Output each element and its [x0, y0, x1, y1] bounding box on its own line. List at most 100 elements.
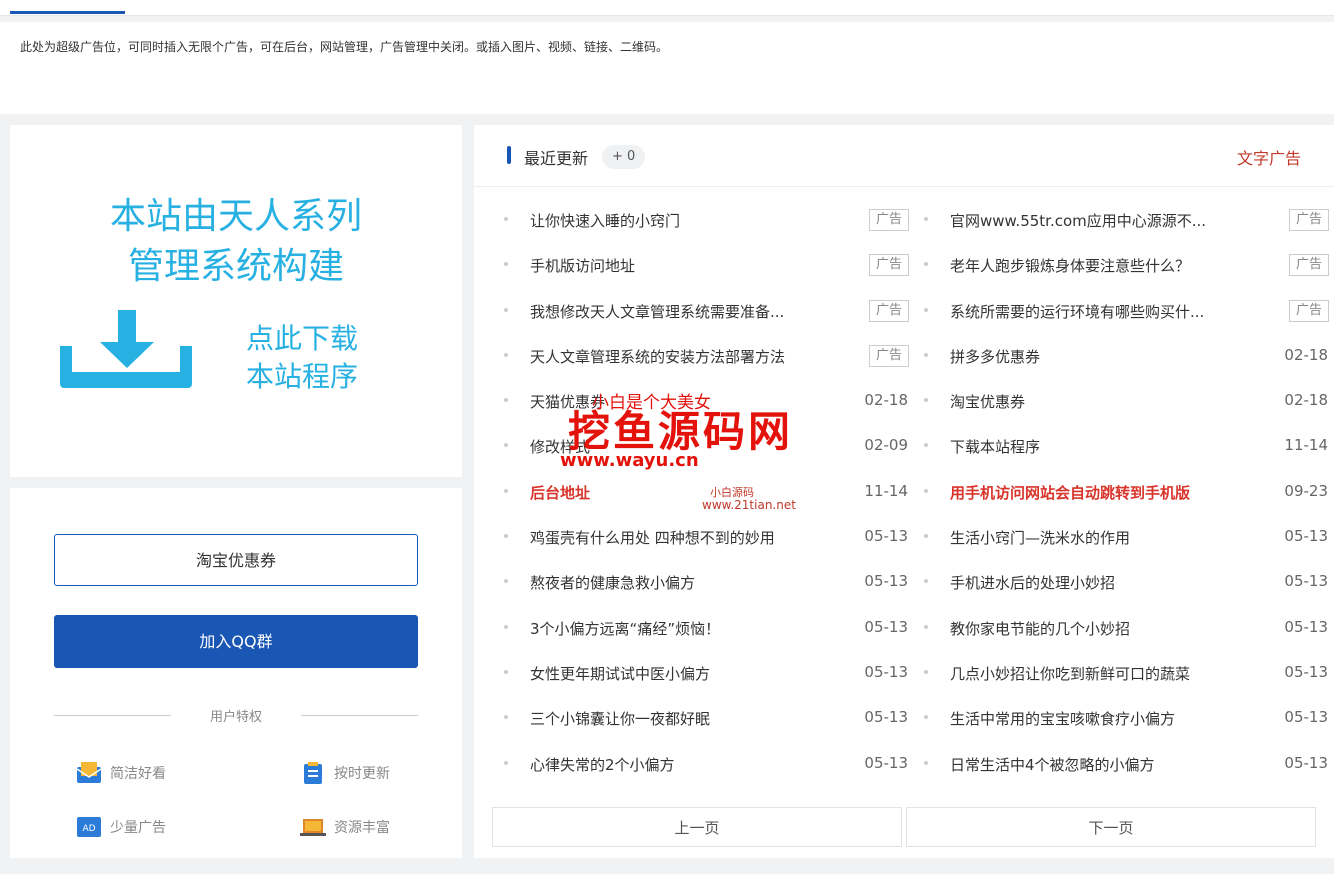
news-title-link[interactable]: 心律失常的2个小偏方: [530, 754, 675, 775]
news-item[interactable]: 几点小妙招让你吃到新鲜可口的蔬菜 05-13: [924, 656, 1334, 701]
feature-label: 少量广告: [110, 820, 166, 836]
bullet-dot: [924, 579, 928, 584]
feature-label: 简洁好看: [110, 766, 166, 782]
svg-text:AD: AD: [82, 824, 95, 834]
news-item[interactable]: 系统所需要的运行环境有哪些购买什... 广告: [924, 294, 1334, 339]
news-list-right: 官网www.55tr.com应用中心源源不... 广告 老年人跑步锻炼身体要注意些什…: [924, 203, 1334, 792]
news-item[interactable]: 官网www.55tr.com应用中心源源不... 广告: [924, 203, 1334, 248]
news-title-link[interactable]: 官网www.55tr.com应用中心源源不...: [950, 210, 1206, 231]
ad-tag: 广告: [1289, 299, 1329, 322]
news-item[interactable]: 我想修改天人文章管理系统需要准备... 广告: [504, 294, 924, 339]
news-item[interactable]: 心律失常的2个小偏方 05-13: [504, 747, 924, 792]
feature-item: AD 少量广告: [76, 815, 166, 839]
news-title-link[interactable]: 3个小偏方远离“痛经”烦恼！: [530, 618, 720, 639]
news-title-link[interactable]: 我想修改天人文章管理系统需要准备...: [530, 301, 784, 322]
bullet-dot: [924, 760, 928, 765]
news-date: 05-13: [864, 527, 908, 546]
news-title-link[interactable]: 生活小窍门—洗米水的作用: [950, 527, 1130, 548]
news-item[interactable]: 天人文章管理系统的安装方法部署方法 广告: [504, 339, 924, 384]
text-ad-link[interactable]: 文字广告: [1237, 145, 1301, 169]
join-qq-button[interactable]: 加入QQ群: [54, 615, 418, 668]
news-item[interactable]: 淘宝优惠券 02-18: [924, 384, 1334, 429]
news-title-link[interactable]: 手机版访问地址: [530, 255, 635, 276]
watermark-url: www.wayu.cn: [560, 450, 699, 471]
news-title-link[interactable]: 三个小锦囊让你一夜都好眠: [530, 708, 710, 729]
news-item[interactable]: 下载本站程序 11-14: [924, 429, 1334, 474]
news-title-link[interactable]: 用手机访问网站会自动跳转到手机版: [950, 482, 1190, 503]
header-accent-bar: [507, 146, 511, 164]
news-item[interactable]: 鸡蛋壳有什么用处 四种想不到的妙用 05-13: [504, 520, 924, 565]
watermark-small-3: www.21tian.net: [702, 498, 796, 512]
feature-label: 按时更新: [334, 766, 390, 782]
news-title-link[interactable]: 生活中常用的宝宝咳嗽食疗小偏方: [950, 708, 1175, 729]
bullet-dot: [504, 262, 508, 267]
news-item[interactable]: 生活小窍门—洗米水的作用 05-13: [924, 520, 1334, 565]
feature-item: 按时更新: [300, 761, 390, 785]
news-item[interactable]: 拼多多优惠券 02-18: [924, 339, 1334, 384]
update-count-badge: + 0: [602, 145, 646, 169]
clipboard-icon: [304, 762, 322, 784]
news-title-link[interactable]: 鸡蛋壳有什么用处 四种想不到的妙用: [530, 527, 775, 548]
news-title-link[interactable]: 拼多多优惠券: [950, 346, 1040, 367]
bullet-dot: [504, 534, 508, 539]
news-item[interactable]: 日常生活中4个被忽略的小偏方 05-13: [924, 747, 1334, 792]
prev-page-button[interactable]: 上一页: [492, 807, 902, 847]
news-item[interactable]: 教你家电节能的几个小妙招 05-13: [924, 611, 1334, 656]
super-ad-banner[interactable]: 此处为超级广告位，可同时插入无限个广告，可在后台，网站管理，广告管理中关闭。或插…: [0, 22, 1334, 114]
bullet-dot: [504, 398, 508, 403]
envelope-icon: [76, 762, 102, 783]
news-date: 05-13: [1284, 753, 1328, 772]
coupon-button[interactable]: 淘宝优惠券: [54, 534, 418, 586]
news-title-link[interactable]: 淘宝优惠券: [950, 391, 1025, 412]
site-banner[interactable]: 本站由天人系列 管理系统构建 点此下载 本站程序: [10, 125, 462, 477]
news-date: 09-23: [1284, 481, 1328, 500]
news-title-link[interactable]: 女性更年期试试中医小偏方: [530, 663, 710, 684]
news-date: 05-13: [1284, 527, 1328, 546]
news-item[interactable]: 3个小偏方远离“痛经”烦恼！ 05-13: [504, 611, 924, 656]
news-title-link[interactable]: 手机进水后的处理小妙招: [950, 572, 1115, 593]
news-title-link[interactable]: 天人文章管理系统的安装方法部署方法: [530, 346, 785, 367]
news-item[interactable]: 三个小锦囊让你一夜都好眠 05-13: [504, 701, 924, 746]
top-nav-bar: [0, 0, 1334, 16]
bullet-dot: [924, 352, 928, 357]
news-title-link[interactable]: 后台地址: [530, 482, 590, 503]
bullet-dot: [924, 624, 928, 629]
news-item[interactable]: 女性更年期试试中医小偏方 05-13: [504, 656, 924, 701]
news-item[interactable]: 熬夜者的健康急救小偏方 05-13: [504, 565, 924, 610]
ad-tag: 广告: [869, 299, 909, 322]
news-title-link[interactable]: 系统所需要的运行环境有哪些购买什...: [950, 301, 1204, 322]
news-item[interactable]: 用手机访问网站会自动跳转到手机版 09-23: [924, 475, 1334, 520]
ad-icon: AD: [77, 817, 101, 837]
ad-tag: 广告: [1289, 254, 1329, 277]
bullet-dot: [504, 760, 508, 765]
bullet-dot: [504, 624, 508, 629]
news-date: 02-09: [864, 436, 908, 455]
next-page-button[interactable]: 下一页: [906, 807, 1316, 847]
news-title-link[interactable]: 熬夜者的健康急救小偏方: [530, 572, 695, 593]
feature-item: 资源丰富: [300, 815, 390, 839]
download-icon: [60, 310, 192, 388]
news-title-link[interactable]: 几点小妙招让你吃到新鲜可口的蔬菜: [950, 663, 1190, 684]
bullet-dot: [924, 217, 928, 221]
news-date: 05-13: [864, 753, 908, 772]
news-item[interactable]: 手机版访问地址 广告: [504, 248, 924, 293]
news-item[interactable]: 让你快速入睡的小窍门 广告: [504, 203, 924, 248]
ad-tag: 广告: [1289, 209, 1329, 231]
news-item[interactable]: 老年人跑步锻炼身体要注意些什么？ 广告: [924, 248, 1334, 293]
bullet-dot: [504, 307, 508, 312]
ad-banner-text: 此处为超级广告位，可同时插入无限个广告，可在后台，网站管理，广告管理中关闭。或插…: [20, 40, 669, 54]
news-item[interactable]: 生活中常用的宝宝咳嗽食疗小偏方 05-13: [924, 701, 1334, 746]
news-title-link[interactable]: 下载本站程序: [950, 436, 1040, 457]
news-title-link[interactable]: 让你快速入睡的小窍门: [530, 210, 680, 231]
recent-updates-panel: 最近更新 + 0 文字广告 让你快速入睡的小窍门 广告 手机版访问地址 广告 我想修改天…: [474, 125, 1334, 858]
banner-line-1: 本站由天人系列: [109, 196, 362, 237]
news-title-link[interactable]: 日常生活中4个被忽略的小偏方: [950, 754, 1155, 775]
news-title-link[interactable]: 教你家电节能的几个小妙招: [950, 618, 1130, 639]
pagination: 上一页 下一页: [492, 807, 1316, 847]
news-title-link[interactable]: 老年人跑步锻炼身体要注意些什么？: [950, 255, 1190, 276]
bullet-dot: [924, 262, 928, 267]
bullet-dot: [924, 715, 928, 720]
news-item[interactable]: 手机进水后的处理小妙招 05-13: [924, 565, 1334, 610]
ad-tag: 广告: [869, 254, 909, 277]
bullet-dot: [504, 488, 508, 493]
